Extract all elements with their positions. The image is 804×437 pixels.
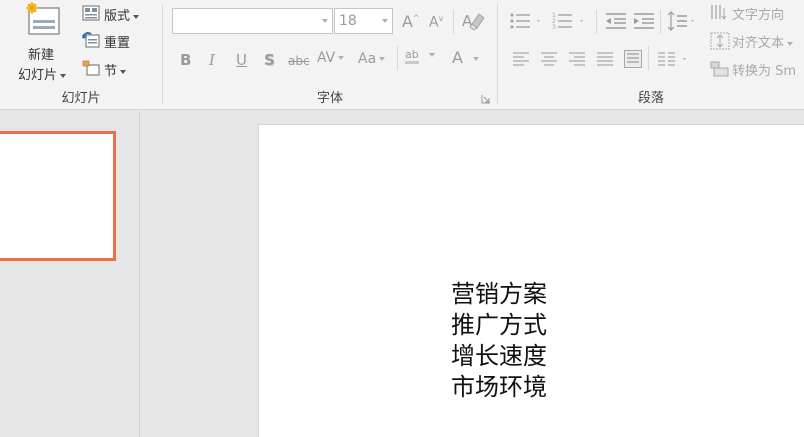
font-group-label: 字体 (316, 91, 343, 106)
shrink-font-button[interactable]: Av (429, 14, 443, 31)
chevron-down-icon (133, 14, 140, 19)
align-text-label: 对齐文本 (732, 36, 785, 51)
font-divider (397, 46, 398, 70)
chevron-down-icon (120, 69, 127, 74)
layout-label: 版式 (104, 9, 131, 24)
font-group: 18 A^ Av A B I U S abc AV Aa ab A 字体 (163, 0, 497, 110)
font-color-button[interactable]: A (452, 48, 479, 67)
slide-text-line: 推广方式 (451, 311, 547, 339)
text-direction-label: 文字方向 (732, 8, 785, 23)
reset-icon (82, 32, 100, 48)
paragraph-group-label: 段落 (637, 91, 664, 106)
clear-formatting-icon[interactable]: A (461, 10, 485, 32)
justify-icon[interactable] (597, 52, 613, 66)
reset-label: 重置 (104, 36, 131, 51)
text-direction-icon (711, 5, 727, 20)
layout-button[interactable]: 版式 (82, 4, 152, 24)
paragraph-divider (648, 46, 649, 70)
svg-text:3: 3 (552, 24, 556, 31)
font-color-icon: A (452, 48, 463, 67)
align-left-icon[interactable] (513, 52, 529, 66)
highlight-button[interactable]: ab (405, 48, 435, 64)
paragraph-divider (660, 10, 661, 34)
font-size-value: 18 (339, 13, 357, 29)
new-slide-label-line2: 幻灯片 (18, 64, 67, 83)
new-slide-label-line1: 新建 (28, 48, 55, 63)
section-label-wrap: 节 (104, 60, 127, 79)
section-button[interactable]: 节 (82, 59, 152, 79)
slide-text-box[interactable]: 营销方案 推广方式 增长速度 市场环境 (451, 279, 547, 403)
convert-smartart-button[interactable]: 转换为 Sm (710, 59, 804, 79)
change-case-icon: Aa (358, 51, 377, 67)
bold-button[interactable]: B (180, 51, 191, 69)
increase-indent-icon[interactable] (634, 12, 654, 30)
smartart-icon (710, 61, 729, 77)
align-center-icon[interactable] (541, 52, 557, 66)
distributed-icon[interactable] (624, 50, 642, 68)
font-divider (453, 10, 454, 34)
section-label: 节 (104, 64, 118, 79)
character-spacing-icon: AV (317, 50, 336, 66)
slide-canvas[interactable]: 营销方案 推广方式 增长速度 市场环境 (258, 124, 804, 437)
align-text-button[interactable]: 对齐文本 (710, 31, 804, 51)
line-spacing-icon[interactable] (668, 11, 698, 31)
paragraph-divider (596, 10, 597, 34)
paragraph-group: 123 文字方向 对齐文本 转换为 Sm 段落 (498, 0, 804, 110)
italic-button[interactable]: I (209, 51, 215, 69)
font-name-combobox[interactable] (172, 8, 333, 34)
grow-font-button[interactable]: A^ (402, 12, 420, 31)
layout-icon (82, 5, 100, 21)
slide-text-line: 营销方案 (451, 280, 547, 308)
slide-thumbnail-pane (0, 111, 140, 437)
change-case-button[interactable]: Aa (358, 51, 386, 67)
decrease-indent-icon[interactable] (606, 12, 626, 30)
ribbon: 新建 幻灯片 版式 重置 节 幻灯片 18 A^ Av A B I U S ab… (0, 0, 804, 110)
shrink-font-icon: A (429, 14, 439, 31)
slides-group: 新建 幻灯片 版式 重置 节 幻灯片 (0, 0, 162, 110)
reset-button[interactable]: 重置 (82, 31, 152, 51)
chevron-down-icon (60, 73, 67, 78)
slide-text-line: 增长速度 (451, 342, 547, 370)
new-slide-button[interactable]: 新建 幻灯片 (14, 2, 76, 83)
align-text-label-wrap: 对齐文本 (732, 32, 794, 51)
font-dialog-launcher-icon[interactable] (481, 94, 491, 104)
shadow-button[interactable]: S (264, 51, 275, 69)
new-slide-icon (26, 2, 60, 35)
section-icon (82, 60, 100, 76)
character-spacing-button[interactable]: AV (317, 50, 345, 66)
underline-button[interactable]: U (236, 51, 247, 69)
align-right-icon[interactable] (569, 52, 585, 66)
numbering-icon[interactable]: 123 (552, 11, 588, 31)
chevron-down-icon[interactable] (318, 9, 332, 33)
slide-text-line: 市场环境 (451, 373, 547, 401)
slides-group-label: 幻灯片 (61, 91, 101, 106)
strikethrough-button[interactable]: abc (288, 54, 310, 68)
layout-label-wrap: 版式 (104, 5, 140, 24)
convert-smartart-label: 转换为 Sm (732, 64, 797, 79)
chevron-down-icon[interactable] (378, 9, 392, 33)
text-direction-button[interactable]: 文字方向 (710, 3, 804, 23)
font-size-combobox[interactable]: 18 (334, 8, 393, 34)
align-text-icon (710, 32, 730, 50)
columns-icon[interactable] (658, 51, 690, 67)
slide-thumbnail-selected[interactable] (0, 131, 116, 261)
grow-font-icon: A (402, 12, 413, 31)
bullets-icon[interactable] (510, 12, 544, 30)
highlight-icon: ab (405, 48, 419, 64)
new-slide-label-text: 幻灯片 (18, 68, 58, 83)
